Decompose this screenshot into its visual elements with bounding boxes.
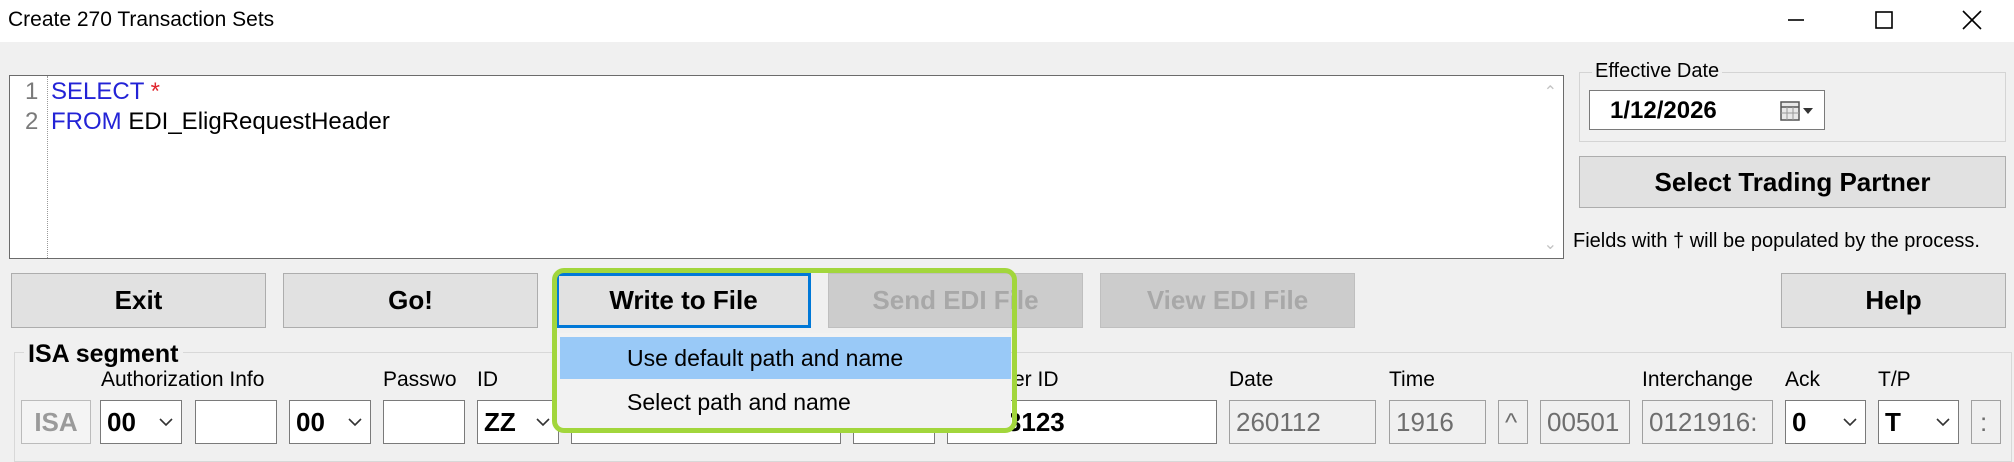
chevron-down-icon [159, 418, 173, 427]
date-field: 260112 [1229, 400, 1376, 444]
password-label: Passwo [383, 368, 457, 391]
scroll-down-icon[interactable]: ⌄ [1544, 234, 1557, 254]
select-trading-partner-button[interactable]: Select Trading Partner [1579, 156, 2006, 208]
sql-star: * [150, 78, 160, 105]
close-button[interactable] [1928, 0, 2014, 40]
effective-date-picker[interactable]: 1/12/2026 [1589, 90, 1825, 130]
sql-table: EDI_EligRequestHeader [121, 108, 390, 135]
close-icon [1962, 10, 1982, 30]
auth-qualifier-value: 00 [107, 406, 136, 437]
title-bar: Create 270 Transaction Sets [0, 0, 2014, 42]
code-line: SELECT * [51, 78, 160, 106]
password-qualifier-select[interactable]: 00 [289, 400, 371, 444]
sql-editor[interactable]: 1 2 SELECT * FROM EDI_EligRequestHeader … [9, 75, 1564, 259]
isa-segment-title: ISA segment [24, 340, 183, 369]
time-field: 1916 [1389, 400, 1486, 444]
ack-select[interactable]: 0 [1785, 400, 1866, 444]
exit-button[interactable]: Exit [11, 273, 266, 328]
write-to-file-button[interactable]: Write to File [556, 273, 811, 328]
date-label: Date [1229, 368, 1274, 391]
chevron-down-icon [536, 418, 550, 427]
id-qualifier-value: ZZ [484, 406, 516, 437]
chevron-down-icon [348, 418, 362, 427]
write-to-file-menu: Use default path and name Select path an… [556, 333, 1011, 429]
auth-info-input[interactable] [195, 400, 277, 444]
tp-select[interactable]: T [1878, 400, 1959, 444]
maximize-button[interactable] [1840, 0, 1928, 40]
sender-id-label: er ID [1013, 368, 1059, 391]
tp-label: T/P [1878, 368, 1911, 391]
chevron-down-icon [1936, 418, 1950, 427]
ack-value: 0 [1792, 406, 1807, 437]
sql-keyword: SELECT [51, 78, 144, 105]
line-number-gutter: 1 2 [10, 76, 48, 258]
id-label: ID [477, 368, 498, 391]
line-number: 2 [25, 108, 39, 135]
chevron-down-icon [1843, 418, 1857, 427]
interchange-field: 0121916: [1642, 400, 1773, 444]
interchange-label: Interchange [1642, 368, 1753, 391]
minimize-icon [1788, 19, 1804, 21]
go-button[interactable]: Go! [283, 273, 538, 328]
scroll-up-icon[interactable]: ⌃ [1544, 82, 1557, 102]
help-button[interactable]: Help [1781, 273, 2006, 328]
password-input[interactable] [383, 400, 465, 444]
menu-item-select-path[interactable]: Select path and name [560, 381, 1011, 423]
tp-value: T [1885, 406, 1901, 437]
window-title: Create 270 Transaction Sets [8, 8, 275, 31]
auth-qualifier-select[interactable]: 00 [100, 400, 182, 444]
code-line: FROM EDI_EligRequestHeader [51, 108, 390, 136]
send-edi-file-button[interactable]: Send EDI File [828, 273, 1083, 328]
component-separator-field: : [1971, 400, 2001, 444]
repetition-separator-field: ^ [1498, 400, 1528, 444]
ack-label: Ack [1785, 368, 1821, 391]
maximize-icon [1875, 11, 1893, 29]
version-field: 00501 [1540, 400, 1630, 444]
minimize-button[interactable] [1752, 0, 1840, 40]
password-qualifier-value: 00 [296, 406, 325, 437]
effective-date-label: Effective Date [1592, 60, 1723, 83]
sql-keyword: FROM [51, 108, 122, 135]
isa-badge: ISA [21, 400, 91, 444]
time-label: Time [1389, 368, 1435, 391]
populated-fields-note: Fields with † will be populated by the p… [1573, 230, 1980, 252]
id-qualifier-select[interactable]: ZZ [477, 400, 559, 444]
authorization-info-label: Authorization Info [101, 368, 265, 391]
effective-date-value: 1/12/2026 [1610, 97, 1717, 124]
menu-item-use-default-path[interactable]: Use default path and name [560, 337, 1011, 379]
line-number: 1 [25, 78, 39, 105]
calendar-dropdown-icon [1780, 101, 1813, 121]
view-edi-file-button[interactable]: View EDI File [1100, 273, 1355, 328]
